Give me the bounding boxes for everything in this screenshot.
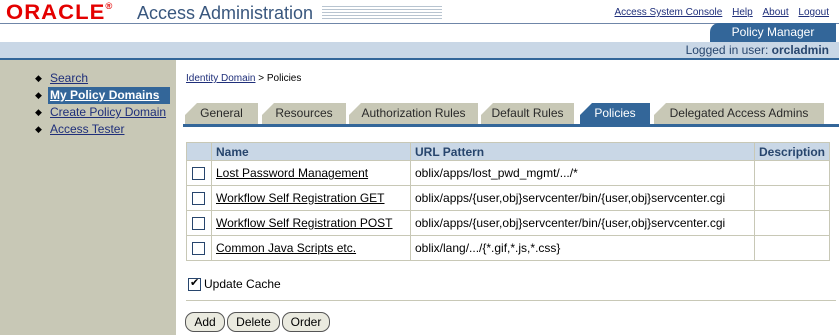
policy-name-cell: Common Java Scripts etc. — [211, 235, 411, 261]
tab-underline — [183, 124, 839, 127]
header-decoration — [322, 6, 442, 20]
access-tester-link[interactable]: Access Tester — [50, 122, 124, 136]
bullet-icon: ◆ — [35, 107, 42, 117]
bullet-icon: ◆ — [35, 90, 42, 100]
update-cache-option: ✔ Update Cache — [188, 277, 281, 292]
tab-authorization-rules[interactable]: Authorization Rules — [349, 103, 478, 124]
url-pattern-cell: oblix/apps/{user,obj}servcenter/bin/{use… — [410, 210, 755, 236]
logged-in-user: Logged in user: orcladmin — [685, 43, 829, 57]
url-pattern-cell: oblix/apps/{user,obj}servcenter/bin/{use… — [410, 185, 755, 211]
tab-delegated-access-admins[interactable]: Delegated Access Admins — [654, 103, 824, 124]
table-row: Workflow Self Registration GET oblix/app… — [186, 185, 831, 211]
sidebar-item-search: ◆ Search — [30, 70, 170, 87]
policy-name-link[interactable]: Workflow Self Registration GET — [216, 191, 385, 205]
url-pattern-cell: oblix/apps/lost_pwd_mgmt/.../* — [410, 160, 755, 186]
logout-link[interactable]: Logout — [798, 7, 829, 18]
policy-name-cell: Lost Password Management — [211, 160, 411, 186]
policy-name-link[interactable]: Common Java Scripts etc. — [216, 241, 356, 255]
divider — [186, 300, 836, 301]
access-system-console-link[interactable]: Access System Console — [615, 7, 723, 18]
description-cell — [753, 235, 831, 261]
name-column-header: Name — [211, 142, 411, 161]
table-row: Workflow Self Registration POST oblix/ap… — [186, 210, 831, 236]
table-row: Common Java Scripts etc. oblix/lang/.../… — [186, 235, 831, 261]
policy-name-cell: Workflow Self Registration GET — [211, 185, 411, 211]
help-link[interactable]: Help — [732, 7, 753, 18]
description-cell — [753, 210, 831, 236]
sidebar-nav: ◆ Search ◆ My Policy Domains ◆ Create Polic… — [30, 70, 170, 138]
add-button[interactable]: Add — [185, 312, 225, 332]
delete-button[interactable]: Delete — [227, 312, 280, 332]
tab-policies[interactable]: Policies — [580, 103, 650, 124]
sidebar-item-my-policy-domains: ◆ My Policy Domains — [35, 87, 170, 104]
url-pattern-cell: oblix/lang/.../{*.gif,*.js,*.css} — [410, 235, 755, 261]
oracle-logo: ORACLE® — [6, 1, 113, 24]
breadcrumb-separator: > — [258, 73, 265, 84]
policy-name-link[interactable]: Lost Password Management — [216, 166, 368, 180]
tab-default-rules[interactable]: Default Rules — [481, 103, 574, 124]
sidebar-item-access-tester: ◆ Access Tester — [30, 121, 170, 138]
sidebar: ◆ Search ◆ My Policy Domains ◆ Create Polic… — [0, 60, 176, 335]
table-row: Lost Password Management oblix/apps/lost… — [186, 160, 831, 186]
policy-name-link[interactable]: Workflow Self Registration POST — [216, 216, 393, 230]
tab-resources[interactable]: Resources — [262, 103, 346, 124]
row-checkbox[interactable] — [192, 167, 205, 181]
breadcrumb: Identity Domain > Policies — [186, 73, 301, 84]
description-column-header: Description — [753, 142, 831, 161]
user-bar: Logged in user: orcladmin — [0, 42, 839, 60]
checkmark-icon: ✔ — [190, 277, 200, 290]
create-policy-domain-link[interactable]: Create Policy Domain — [50, 105, 166, 119]
policies-table: Name URL Pattern Description Lost Passwo… — [186, 142, 831, 261]
description-cell — [753, 185, 831, 211]
select-column-header — [186, 142, 212, 161]
sidebar-item-create-policy-domain: ◆ Create Policy Domain — [30, 104, 170, 121]
table-header-row: Name URL Pattern Description — [186, 142, 831, 161]
row-select-cell — [186, 185, 212, 211]
row-select-cell — [186, 160, 212, 186]
description-cell — [753, 160, 831, 186]
policy-manager-tab[interactable]: Policy Manager — [710, 23, 836, 42]
row-checkbox[interactable] — [192, 192, 205, 206]
url-pattern-column-header: URL Pattern — [410, 142, 755, 161]
top-links: Access System Console Help About Logout — [608, 7, 829, 18]
update-cache-label: Update Cache — [204, 277, 281, 291]
tab-general[interactable]: General — [185, 103, 258, 124]
row-checkbox[interactable] — [192, 217, 205, 231]
bullet-icon: ◆ — [35, 124, 42, 134]
row-checkbox[interactable] — [192, 242, 205, 256]
breadcrumb-current: Policies — [266, 73, 302, 84]
update-cache-checkbox[interactable]: ✔ — [188, 277, 201, 292]
app-title: Access Administration — [137, 3, 314, 23]
policy-name-cell: Workflow Self Registration POST — [211, 210, 411, 236]
my-policy-domains-link[interactable]: My Policy Domains — [50, 88, 159, 102]
breadcrumb-identity-domain[interactable]: Identity Domain — [186, 73, 255, 84]
bullet-icon: ◆ — [35, 73, 42, 83]
row-select-cell — [186, 210, 212, 236]
row-select-cell — [186, 235, 212, 261]
order-button[interactable]: Order — [282, 312, 330, 332]
about-link[interactable]: About — [762, 7, 788, 18]
policy-domain-tabs: General Resources Authorization Rules De… — [183, 103, 839, 125]
search-link[interactable]: Search — [50, 71, 88, 85]
